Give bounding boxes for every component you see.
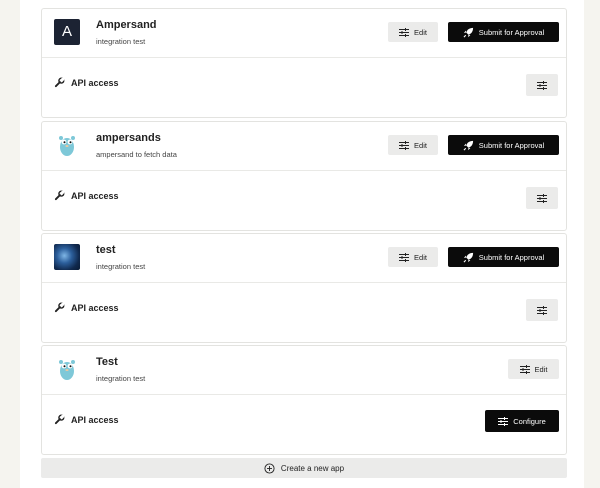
app-card: ampersands ampersand to fetch data Edit … <box>41 121 567 231</box>
rocket-icon <box>463 27 474 38</box>
edit-label: Edit <box>414 140 427 150</box>
edit-button[interactable]: Edit <box>388 247 438 267</box>
rocket-icon <box>463 252 474 263</box>
submit-for-approval-button[interactable]: Submit for Approval <box>448 135 559 155</box>
edit-label: Edit <box>414 252 427 262</box>
wrench-icon <box>54 414 65 425</box>
sliders-icon <box>537 305 547 315</box>
app-card-header: A Ampersand integration test Edit Submit… <box>42 9 566 58</box>
api-access-row: API access Configure <box>42 394 566 455</box>
submit-label: Submit for Approval <box>478 252 545 262</box>
sliders-icon <box>498 416 509 426</box>
api-access-text: API access <box>71 302 119 313</box>
api-settings-button[interactable] <box>526 187 558 209</box>
app-card-header: ampersands ampersand to fetch data Edit … <box>42 122 566 171</box>
wrench-icon <box>54 77 65 88</box>
app-description: integration test <box>96 37 146 46</box>
api-access-label: API access <box>54 77 119 88</box>
create-new-app-button[interactable]: Create a new app <box>41 458 567 478</box>
photo-logo <box>54 244 80 270</box>
edit-label: Edit <box>414 27 427 37</box>
sliders-icon <box>399 252 410 262</box>
app-name: Test <box>96 356 118 368</box>
api-access-label: API access <box>54 190 119 201</box>
app-logo: A <box>54 19 80 45</box>
submit-label: Submit for Approval <box>478 140 545 150</box>
plus-circle-icon <box>264 462 275 474</box>
create-new-app-label: Create a new app <box>280 463 345 473</box>
rocket-icon <box>463 140 474 151</box>
app-description: integration test <box>96 374 146 383</box>
configure-label: Configure <box>513 416 546 426</box>
app-card: A Ampersand integration test Edit Submit… <box>41 8 567 118</box>
api-access-text: API access <box>71 414 119 425</box>
submit-for-approval-button[interactable]: Submit for Approval <box>448 22 559 42</box>
sliders-icon <box>399 140 410 150</box>
api-settings-button[interactable] <box>526 74 558 96</box>
wrench-icon <box>54 302 65 313</box>
gopher-logo <box>54 132 80 158</box>
api-access-text: API access <box>71 77 119 88</box>
edit-label: Edit <box>534 364 548 374</box>
edit-button[interactable]: Edit <box>388 22 438 42</box>
submit-label: Submit for Approval <box>478 27 545 37</box>
api-settings-button[interactable] <box>526 299 558 321</box>
edit-button[interactable]: Edit <box>508 359 559 379</box>
gopher-logo <box>54 356 80 382</box>
api-access-row: API access <box>42 282 566 343</box>
sliders-icon <box>537 80 547 90</box>
api-access-label: API access <box>54 414 119 425</box>
app-card-header: test integration test Edit Submit for Ap… <box>42 234 566 283</box>
api-access-row: API access <box>42 57 566 118</box>
app-description: ampersand to fetch data <box>96 150 177 159</box>
sliders-icon <box>519 364 530 374</box>
app-card-header: Test integration test Edit <box>42 346 566 395</box>
sliders-icon <box>399 27 410 37</box>
configure-button[interactable]: Configure <box>485 410 559 432</box>
app-name: test <box>96 244 116 256</box>
api-access-text: API access <box>71 190 119 201</box>
sliders-icon <box>537 193 547 203</box>
submit-for-approval-button[interactable]: Submit for Approval <box>448 247 559 267</box>
app-card: Test integration test Edit API access Co… <box>41 345 567 455</box>
app-name: Ampersand <box>96 19 157 31</box>
edit-button[interactable]: Edit <box>388 135 438 155</box>
wrench-icon <box>54 190 65 201</box>
app-card: test integration test Edit Submit for Ap… <box>41 233 567 343</box>
api-access-label: API access <box>54 302 119 313</box>
app-name: ampersands <box>96 132 161 144</box>
app-description: integration test <box>96 262 146 271</box>
api-access-row: API access <box>42 170 566 231</box>
